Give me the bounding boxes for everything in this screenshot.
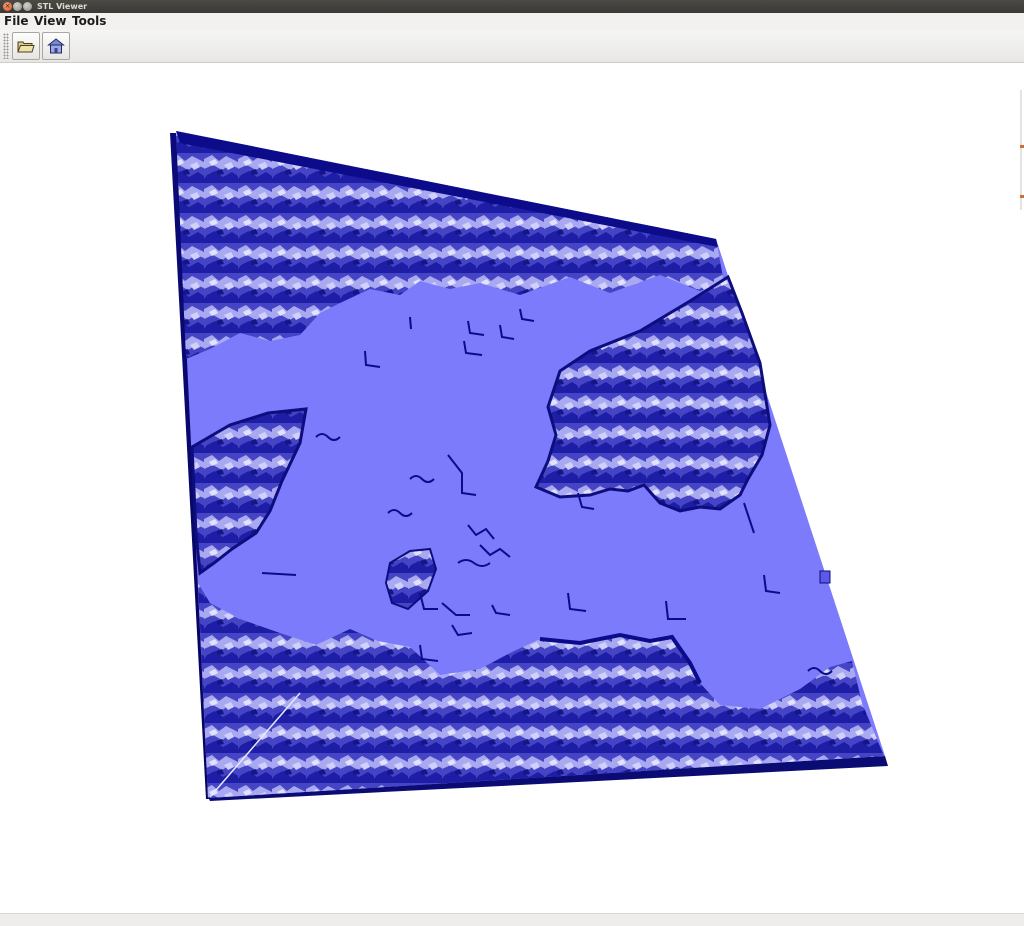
home-icon — [47, 38, 65, 54]
home-view-button[interactable] — [42, 32, 70, 60]
status-bar — [0, 913, 1024, 926]
menu-view[interactable]: View — [34, 14, 66, 29]
open-folder-icon — [17, 41, 35, 53]
viewport-edge-marks — [1020, 90, 1024, 210]
toolbar-grip[interactable] — [3, 33, 9, 59]
window-title: STL Viewer — [37, 2, 88, 11]
toolbar — [0, 30, 1024, 63]
terrain-model — [170, 131, 888, 801]
maximize-window-button[interactable] — [23, 2, 32, 11]
open-file-button[interactable] — [12, 32, 40, 60]
menu-bar: File View Tools — [0, 13, 1024, 30]
close-window-button[interactable]: × — [3, 2, 12, 11]
3d-viewport[interactable] — [0, 63, 1024, 913]
window-titlebar[interactable]: × STL Viewer — [0, 0, 1024, 13]
mesh-artifact-block — [819, 570, 831, 584]
minimize-window-button[interactable] — [13, 2, 22, 11]
menu-tools[interactable]: Tools — [72, 14, 106, 29]
menu-file[interactable]: File — [4, 14, 29, 29]
